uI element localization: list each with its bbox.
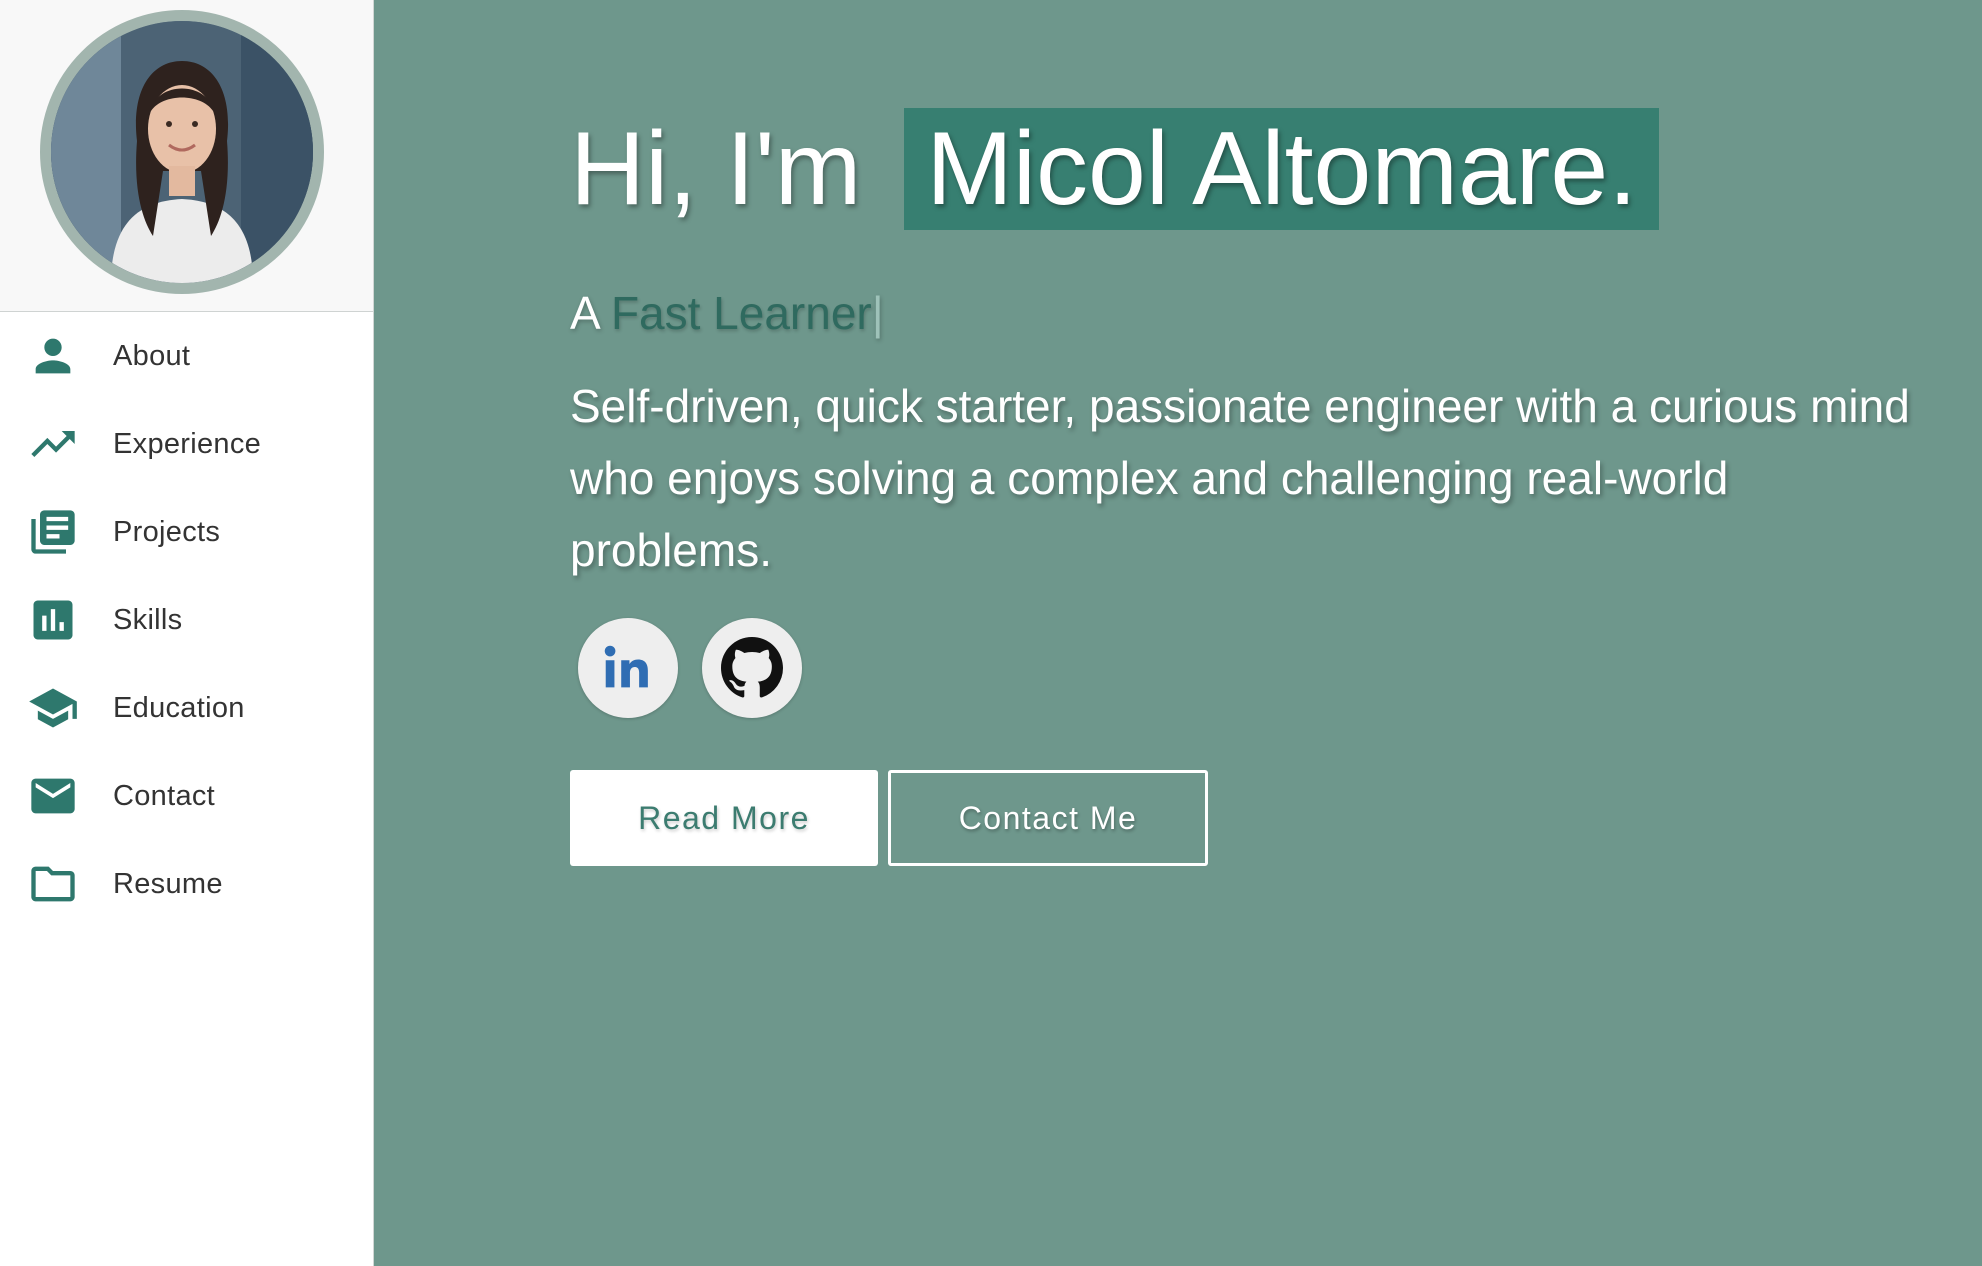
page-title: Hi, I'm Micol Altomare.: [570, 108, 1970, 230]
summary-text: Self-driven, quick starter, passionate e…: [570, 380, 1910, 576]
graduation-cap-icon: [26, 681, 80, 735]
folder-icon: [26, 857, 80, 911]
app: About Experience Projects Skills Educati…: [0, 0, 1982, 1266]
sidebar-item-label: Experience: [113, 427, 262, 460]
sidebar-item-experience[interactable]: Experience: [0, 400, 373, 488]
tagline: A Fast Learner|: [570, 286, 1970, 340]
library-books-icon: [26, 505, 80, 559]
sidebar-item-about[interactable]: About: [0, 312, 373, 400]
cta-buttons: Read More Contact Me: [570, 770, 1970, 866]
read-more-button[interactable]: Read More: [570, 770, 878, 866]
sidebar-item-resume[interactable]: Resume: [0, 840, 373, 928]
contact-me-button[interactable]: Contact Me: [888, 770, 1208, 866]
sidebar-item-skills[interactable]: Skills: [0, 576, 373, 664]
tagline-prefix: A: [570, 287, 599, 339]
tagline-typed-text: Fast Learner: [610, 287, 872, 339]
bar-chart-icon: [26, 593, 80, 647]
sidebar-nav: About Experience Projects Skills Educati…: [0, 312, 373, 928]
sidebar-item-contact[interactable]: Contact: [0, 752, 373, 840]
sidebar-item-label: Resume: [113, 867, 223, 900]
sidebar-item-label: About: [113, 339, 191, 372]
social-links: [578, 618, 1970, 718]
sidebar-item-label: Contact: [113, 779, 216, 812]
avatar: [40, 10, 324, 294]
linkedin-button[interactable]: [578, 618, 678, 718]
hero-section: Hi, I'm Micol Altomare. A Fast Learner| …: [570, 108, 1970, 866]
linkedin-icon: [604, 645, 648, 688]
sidebar-item-label: Projects: [113, 515, 221, 548]
github-icon: [721, 637, 783, 698]
sidebar-item-education[interactable]: Education: [0, 664, 373, 752]
profile-header: [0, 0, 373, 312]
greeting-prefix: Hi, I'm: [570, 111, 891, 227]
sidebar: About Experience Projects Skills Educati…: [0, 0, 374, 1266]
sidebar-item-label: Skills: [113, 603, 183, 636]
name-highlight: Micol Altomare.: [904, 108, 1660, 230]
github-button[interactable]: [702, 618, 802, 718]
main-content: Hi, I'm Micol Altomare. A Fast Learner| …: [374, 0, 1982, 1266]
mail-icon: [26, 769, 80, 823]
sidebar-item-projects[interactable]: Projects: [0, 488, 373, 576]
sidebar-item-label: Education: [113, 691, 245, 724]
trending-up-icon: [26, 417, 80, 471]
typing-cursor: |: [871, 287, 884, 339]
person-icon: [26, 329, 80, 383]
avatar-photo: [51, 21, 313, 283]
